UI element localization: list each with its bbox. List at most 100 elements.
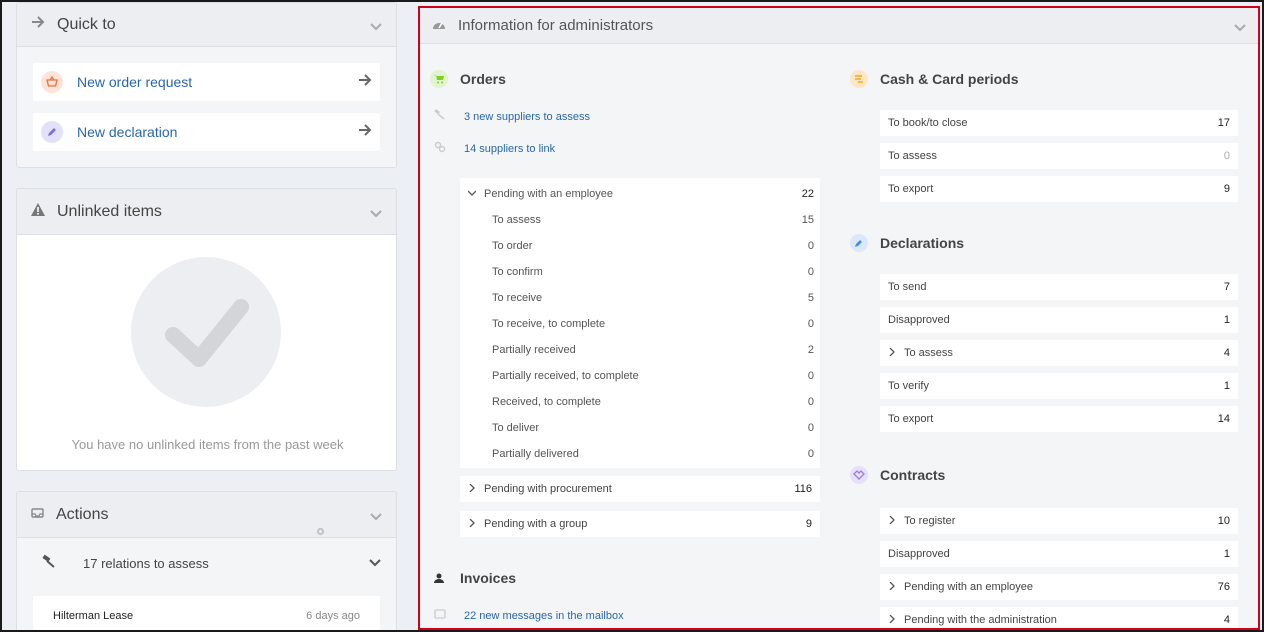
- cash-row-value: 17: [1217, 117, 1230, 129]
- declaration-row-label: To assess: [888, 347, 1224, 359]
- order-subrow[interactable]: To confirm 0: [492, 259, 814, 285]
- pending-group-label: Pending with a group: [484, 518, 588, 530]
- relations-row[interactable]: 17 relations to assess: [41, 554, 381, 573]
- pending-employee-row[interactable]: Pending with an employee 22: [467, 181, 814, 207]
- cash-row-text: To export: [888, 183, 934, 195]
- contracts-section-title: Contracts: [850, 466, 945, 484]
- cash-row[interactable]: To export 9: [880, 176, 1238, 202]
- chevron-down-icon[interactable]: [1234, 20, 1246, 32]
- action-entry[interactable]: Hilterman Lease 6 days ago: [33, 596, 380, 630]
- declaration-row-label: Disapproved: [888, 314, 1224, 326]
- order-subrow-value: 0: [807, 448, 814, 460]
- app-frame: Quick to New order request New declarati…: [2, 2, 1262, 630]
- link-icon: [434, 140, 446, 158]
- cash-row[interactable]: To assess 0: [880, 143, 1238, 169]
- chevron-down-icon[interactable]: [369, 555, 381, 573]
- order-subrow[interactable]: Received, to complete 0: [492, 389, 814, 415]
- invoices-title: Invoices: [460, 570, 517, 586]
- contract-row[interactable]: Pending with an employee 76: [880, 574, 1238, 600]
- declaration-row-value: 7: [1223, 281, 1230, 293]
- empty-state-text: You have no unlinked items from the past…: [71, 437, 344, 452]
- new-order-request-link[interactable]: New order request: [33, 63, 380, 101]
- pending-procurement-row[interactable]: Pending with procurement 116: [460, 476, 820, 502]
- handshake-icon: [850, 466, 868, 484]
- unlinked-items-title: Unlinked items: [57, 202, 162, 220]
- order-subrow[interactable]: To receive 5: [492, 285, 814, 311]
- quick-to-header[interactable]: Quick to: [17, 3, 396, 47]
- actions-header[interactable]: Actions: [17, 492, 396, 538]
- user-icon: [430, 569, 448, 587]
- contract-row-text: To register: [904, 515, 956, 527]
- invoices-section-title: Invoices: [430, 569, 516, 587]
- order-subrow-label: To assess: [492, 214, 802, 226]
- chevron-down-icon[interactable]: [370, 19, 382, 31]
- cash-title: Cash & Card periods: [880, 71, 1019, 87]
- order-subrow-text: To order: [492, 240, 533, 252]
- order-subrow[interactable]: To order 0: [492, 233, 814, 259]
- warning-icon: [31, 202, 45, 221]
- quick-to-title: Quick to: [57, 15, 116, 33]
- chevron-down-icon: [467, 188, 477, 200]
- declaration-row[interactable]: To send 7: [880, 274, 1238, 300]
- declaration-row[interactable]: To assess 4: [880, 340, 1238, 366]
- orders-section-title: Orders: [430, 70, 506, 88]
- cash-row[interactable]: To book/to close 17: [880, 110, 1238, 136]
- suppliers-link-label: 14 suppliers to link: [464, 143, 556, 155]
- chevron-down-icon[interactable]: [370, 509, 382, 521]
- pencil-icon: [41, 121, 63, 143]
- declaration-row-text: To verify: [888, 380, 929, 392]
- declaration-row[interactable]: To export 14: [880, 406, 1238, 432]
- cash-row-text: To book/to close: [888, 117, 968, 129]
- pending-employee-value: 22: [801, 188, 814, 200]
- order-subrow[interactable]: Partially received, to complete 0: [492, 363, 814, 389]
- mailbox-link[interactable]: 22 new messages in the mailbox: [434, 607, 624, 625]
- order-subrow[interactable]: To receive, to complete 0: [492, 311, 814, 337]
- order-subrow-label: To order: [492, 240, 808, 252]
- order-subrow[interactable]: To assess 15: [492, 207, 814, 233]
- declaration-row-value: 1: [1223, 314, 1230, 326]
- cash-row-value: 0: [1223, 150, 1230, 162]
- suppliers-link-link[interactable]: 14 suppliers to link: [434, 140, 555, 158]
- chevron-right-icon: [888, 614, 896, 626]
- order-subrow[interactable]: To deliver 0: [492, 415, 814, 441]
- pending-employee-label: Pending with an employee: [484, 188, 614, 200]
- declaration-row-text: To send: [888, 281, 927, 293]
- chevron-right-icon: [468, 518, 476, 530]
- contract-row[interactable]: Pending with the administration 4: [880, 607, 1238, 628]
- order-subrow-label: To receive, to complete: [492, 318, 808, 330]
- admin-info-header[interactable]: Information for administrators: [420, 8, 1258, 44]
- order-subrow-value: 15: [801, 214, 814, 226]
- declaration-row-text: Disapproved: [888, 314, 950, 326]
- order-subrow-label: Partially delivered: [492, 448, 808, 460]
- order-subrow-text: To deliver: [492, 422, 540, 434]
- order-subrow[interactable]: Partially received 2: [492, 337, 814, 363]
- declaration-row[interactable]: Disapproved 1: [880, 307, 1238, 333]
- contract-row[interactable]: To register 10: [880, 508, 1238, 534]
- pencil-icon: [850, 234, 868, 252]
- arrow-right-icon: [358, 73, 372, 92]
- order-subrow-label: To confirm: [492, 266, 808, 278]
- pending-group-row[interactable]: Pending with a group 9: [460, 511, 820, 537]
- gear-icon[interactable]: [315, 524, 326, 542]
- admin-info-panel: Information for administrators Orders 3 …: [418, 6, 1260, 630]
- order-subrow-value: 0: [807, 318, 814, 330]
- pending-group-value: 9: [805, 518, 812, 530]
- order-subrow-label: To receive: [492, 292, 808, 304]
- declaration-row[interactable]: To verify 1: [880, 373, 1238, 399]
- order-subrow-label: Partially received, to complete: [492, 370, 808, 382]
- order-subrow[interactable]: Partially delivered 0: [492, 441, 814, 467]
- chevron-down-icon[interactable]: [370, 206, 382, 218]
- new-declaration-link[interactable]: New declaration: [33, 113, 380, 151]
- inbox-icon: [434, 607, 446, 625]
- suppliers-assess-link[interactable]: 3 new suppliers to assess: [434, 108, 590, 126]
- cash-row-label: To book/to close: [888, 117, 1218, 129]
- chevron-right-icon: [468, 483, 476, 495]
- contract-row[interactable]: Disapproved 1: [880, 541, 1238, 567]
- gavel-icon: [434, 108, 446, 126]
- order-subrow-label: Partially received: [492, 344, 808, 356]
- order-subrow-value: 0: [807, 240, 814, 252]
- unlinked-items-header[interactable]: Unlinked items: [17, 189, 396, 235]
- unlinked-items-panel: Unlinked items You have no unlinked item…: [16, 188, 397, 471]
- declaration-row-value: 14: [1217, 413, 1230, 425]
- order-subrow-text: Partially delivered: [492, 448, 579, 460]
